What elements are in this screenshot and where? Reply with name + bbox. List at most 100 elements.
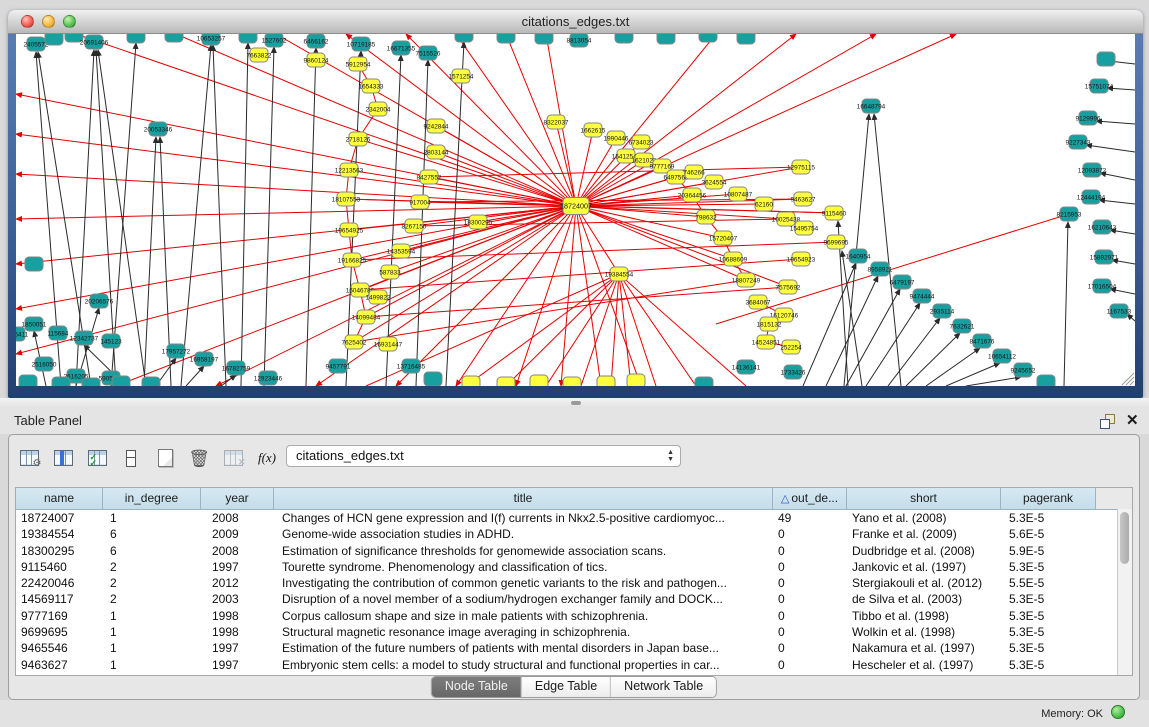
- network-node[interactable]: 1733426: [781, 365, 806, 379]
- network-node[interactable]: 8267150: [402, 219, 427, 233]
- table-row[interactable]: 969969511998Structural magnetic resonanc…: [16, 624, 1132, 640]
- network-node[interactable]: 8958921: [868, 262, 893, 276]
- network-node[interactable]: 9860124: [304, 53, 329, 67]
- tab-network-table[interactable]: Network Table: [611, 677, 716, 697]
- network-edge[interactable]: [888, 318, 940, 386]
- network-edge[interactable]: [144, 137, 156, 386]
- column-header-name[interactable]: name: [16, 488, 103, 509]
- table-row[interactable]: 1938455462009Genome-wide association stu…: [16, 526, 1132, 542]
- network-edge[interactable]: [352, 206, 576, 260]
- network-node[interactable]: [699, 34, 717, 42]
- network-node[interactable]: [695, 377, 713, 386]
- network-canvas[interactable]: 1872400724055722069140610653257152760264…: [16, 34, 1135, 386]
- network-node[interactable]: [497, 34, 515, 43]
- network-edge[interactable]: [576, 34, 716, 206]
- network-node[interactable]: 8427552: [417, 170, 442, 184]
- network-node[interactable]: 10653257: [197, 34, 226, 45]
- network-node[interactable]: 16648794: [857, 99, 886, 113]
- network-node[interactable]: 12923446: [254, 371, 283, 385]
- network-node[interactable]: 587833: [379, 265, 401, 279]
- network-node[interactable]: 8322037: [544, 115, 569, 129]
- network-node[interactable]: 1640954: [846, 249, 871, 263]
- network-node[interactable]: 7625402: [342, 335, 367, 349]
- network-node[interactable]: 1499822: [366, 290, 391, 304]
- network-node[interactable]: 14524851: [752, 335, 781, 349]
- network-edge[interactable]: [396, 206, 576, 386]
- network-node[interactable]: [530, 375, 548, 386]
- network-node[interactable]: 8215953: [1057, 207, 1082, 221]
- network-edge[interactable]: [386, 55, 401, 386]
- network-edge[interactable]: [186, 366, 204, 386]
- network-node[interactable]: [165, 34, 183, 42]
- network-edge[interactable]: [866, 303, 920, 386]
- network-node[interactable]: [19, 375, 37, 386]
- network-node[interactable]: 16958197: [190, 352, 219, 366]
- network-edge[interactable]: [619, 274, 696, 386]
- delete-table-button[interactable]: 🗑: [185, 445, 213, 471]
- network-edge[interactable]: [581, 274, 619, 386]
- function-builder-button[interactable]: f(x): [253, 445, 281, 471]
- network-edge[interactable]: [874, 114, 901, 386]
- network-node[interactable]: [1037, 375, 1055, 386]
- network-node[interactable]: 3624554: [702, 175, 727, 189]
- network-node[interactable]: 8813054: [567, 34, 592, 47]
- network-node[interactable]: 1527602: [262, 34, 287, 47]
- table-row[interactable]: 1456911722003Disruption of a novel membe…: [16, 591, 1132, 607]
- network-edge[interactable]: [826, 276, 878, 386]
- network-node[interactable]: 17016504: [1088, 279, 1117, 293]
- network-node[interactable]: 10807487: [724, 187, 753, 201]
- network-node[interactable]: 19166825: [338, 253, 367, 267]
- network-node[interactable]: [597, 376, 615, 386]
- network-edge[interactable]: [16, 206, 576, 219]
- network-node[interactable]: 9227343: [1066, 135, 1091, 149]
- network-node[interactable]: 20206576: [85, 294, 114, 308]
- network-node[interactable]: 2935114: [930, 304, 955, 318]
- float-window-icon[interactable]: [1100, 414, 1116, 428]
- table-row[interactable]: 1830029562008Estimation of significance …: [16, 543, 1132, 559]
- network-edge[interactable]: [366, 287, 788, 317]
- network-node[interactable]: 6479197: [890, 275, 915, 289]
- table-scrollbar-thumb[interactable]: [1120, 512, 1129, 564]
- network-edge[interactable]: [213, 45, 226, 386]
- network-node[interactable]: [455, 34, 473, 42]
- network-node[interactable]: 12975115: [787, 160, 815, 174]
- network-node[interactable]: 7632621: [950, 319, 975, 333]
- network-node[interactable]: 15751074: [1085, 79, 1114, 93]
- table-select-dropdown[interactable]: citations_edges.txt ▲▼: [286, 445, 681, 467]
- network-edge[interactable]: [1086, 145, 1135, 152]
- network-node[interactable]: 15892971: [1090, 250, 1119, 264]
- network-node[interactable]: 1571254: [449, 69, 474, 83]
- network-node[interactable]: 2516050: [32, 357, 57, 371]
- network-node[interactable]: 18107553: [332, 192, 361, 206]
- network-node[interactable]: 15720407: [709, 231, 738, 245]
- network-node[interactable]: 3684067: [746, 295, 771, 309]
- new-table-button[interactable]: [151, 445, 179, 471]
- network-node[interactable]: 10654112: [988, 349, 1016, 363]
- network-node[interactable]: [1097, 52, 1115, 66]
- network-edge[interactable]: [611, 274, 619, 386]
- network-node[interactable]: 9115460: [822, 206, 847, 220]
- network-node[interactable]: 145123: [100, 334, 122, 348]
- network-node[interactable]: 7663822: [247, 48, 272, 62]
- network-edge[interactable]: [546, 274, 619, 386]
- tab-node-table[interactable]: Node Table: [432, 677, 522, 697]
- network-node[interactable]: 1662615: [581, 123, 606, 137]
- network-edge[interactable]: [436, 126, 576, 206]
- network-node[interactable]: 6466162: [304, 34, 329, 48]
- network-node[interactable]: 2803144: [424, 145, 449, 159]
- network-edge[interactable]: [446, 42, 464, 386]
- network-node[interactable]: [424, 372, 442, 386]
- network-node[interactable]: [462, 376, 480, 386]
- network-edge[interactable]: [966, 377, 1021, 386]
- column-visibility-button[interactable]: ✓✓: [83, 445, 111, 471]
- table-row[interactable]: 911546021997Tourette syndrome. Phenomeno…: [16, 559, 1132, 575]
- network-node[interactable]: 62160: [755, 197, 773, 211]
- table-row[interactable]: 946554611997Estimation of the future num…: [16, 640, 1132, 656]
- network-node[interactable]: [535, 34, 553, 44]
- network-edge[interactable]: [1064, 222, 1068, 386]
- canvas-resize-grip[interactable]: [1122, 373, 1134, 385]
- network-node[interactable]: 9457791: [326, 359, 351, 373]
- network-node[interactable]: 5912954: [346, 57, 371, 71]
- network-edge[interactable]: [619, 274, 746, 386]
- network-node[interactable]: [52, 377, 70, 386]
